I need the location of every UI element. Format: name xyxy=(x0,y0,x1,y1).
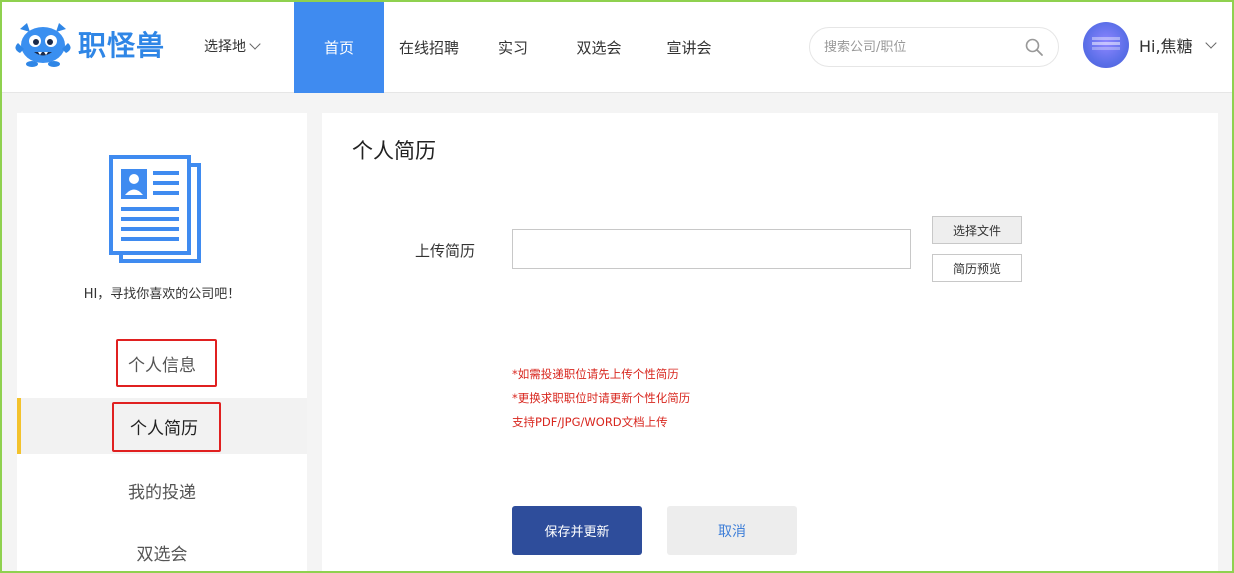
top-header: 职怪兽 选择地 首页 在线招聘 实习 双选会 宣讲会 Hi,焦糖 xyxy=(0,0,1234,93)
main-panel: 个人简历 上传简历 选择文件 简历预览 *如需投递职位请先上传个性简历 *更换求… xyxy=(322,113,1218,573)
note-line: *如需投递职位请先上传个性简历 xyxy=(512,367,679,381)
sidebar-item-job-fair[interactable]: 双选会 xyxy=(17,524,307,573)
nav-item-presentation[interactable]: 宣讲会 xyxy=(646,2,732,93)
sidebar-item-label: 个人信息 xyxy=(128,355,196,376)
upload-notes: *如需投递职位请先上传个性简历 *更换求职职位时请更新个性化简历 支持PDF/J… xyxy=(512,362,690,434)
sidebar-item-label: 双选会 xyxy=(136,544,188,565)
upload-resume-label: 上传简历 xyxy=(415,242,476,260)
avatar[interactable] xyxy=(1083,22,1129,68)
search-icon[interactable] xyxy=(1024,37,1044,57)
sidebar-item-label: 我的投递 xyxy=(128,482,196,503)
resume-file-field[interactable] xyxy=(512,229,911,269)
chevron-down-icon xyxy=(1204,37,1217,49)
note-line: 支持PDF/JPG/WORD文档上传 xyxy=(512,415,668,429)
nav-item-job-fair[interactable]: 双选会 xyxy=(552,2,646,93)
sidebar-item-label: 个人简历 xyxy=(130,418,198,439)
location-label: 选择地 xyxy=(204,39,246,55)
sidebar-greeting: HI，寻找你喜欢的公司吧！ xyxy=(83,287,241,302)
nav-item-internship[interactable]: 实习 xyxy=(474,2,552,93)
location-selector[interactable]: 选择地 xyxy=(204,36,261,56)
note-line: *更换求职职位时请更新个性化简历 xyxy=(512,391,691,405)
choose-file-button[interactable]: 选择文件 xyxy=(932,216,1022,244)
cancel-button[interactable]: 取消 xyxy=(667,506,797,555)
save-and-update-button[interactable]: 保存并更新 xyxy=(512,506,642,555)
brand-name: 职怪兽 xyxy=(78,29,166,62)
user-menu[interactable]: Hi,焦糖 xyxy=(1083,21,1217,69)
sidebar-item-resume[interactable]: 个人简历 xyxy=(17,398,307,454)
nav-item-home[interactable]: 首页 xyxy=(294,2,384,93)
chevron-down-icon xyxy=(249,38,261,50)
brand-logo[interactable]: 职怪兽 xyxy=(14,18,192,70)
main-nav: 首页 在线招聘 实习 双选会 宣讲会 xyxy=(294,2,732,93)
search-box xyxy=(809,27,1059,67)
page-title: 个人简历 xyxy=(352,139,436,163)
user-greeting: Hi,焦糖 xyxy=(1139,37,1193,56)
sidebar-item-my-applications[interactable]: 我的投递 xyxy=(17,462,307,518)
monster-mascot-icon xyxy=(15,23,71,67)
resume-preview-button[interactable]: 简历预览 xyxy=(932,254,1022,282)
search-input[interactable] xyxy=(824,39,1024,55)
sidebar-item-personal-info[interactable]: 个人信息 xyxy=(17,335,307,391)
nav-item-online-recruitment[interactable]: 在线招聘 xyxy=(384,2,474,93)
resume-document-icon xyxy=(109,155,201,263)
sidebar: HI，寻找你喜欢的公司吧！ 个人信息 个人简历 我的投递 双选会 xyxy=(17,113,307,573)
